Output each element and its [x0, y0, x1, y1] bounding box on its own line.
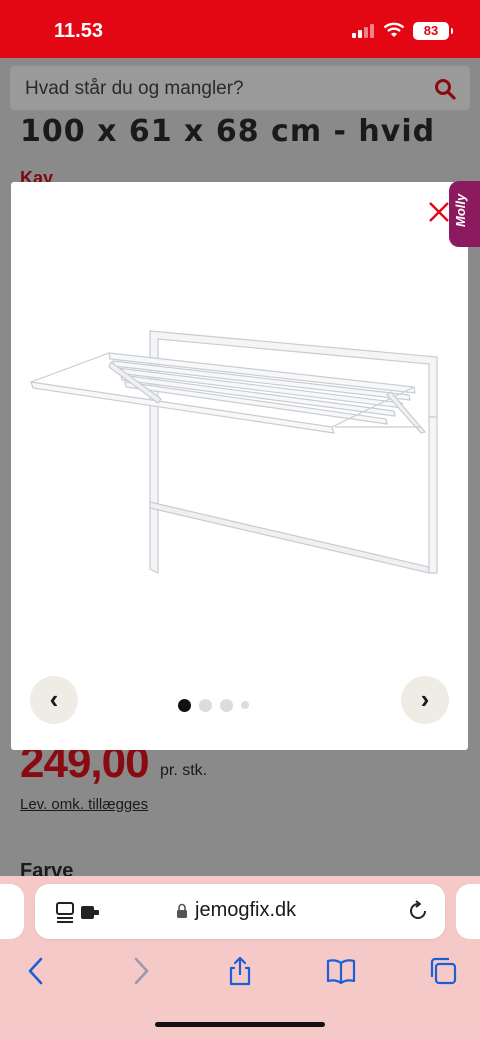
url-text: jemogfix.dk	[195, 899, 297, 921]
search-input[interactable]: Hvad står du og mangler?	[10, 66, 470, 110]
share-icon[interactable]	[225, 956, 255, 986]
search-header: Hvad står du og mangler?	[0, 58, 480, 118]
back-icon[interactable]	[22, 956, 52, 986]
bookmarks-icon[interactable]	[326, 956, 356, 986]
pagination-dot[interactable]	[199, 698, 212, 712]
search-placeholder: Hvad står du og mangler?	[25, 78, 244, 99]
product-image	[30, 330, 438, 574]
product-title: 100 x 61 x 68 cm - hvid	[20, 114, 436, 149]
next-tab-peek[interactable]	[456, 884, 480, 939]
price-unit: pr. stk.	[160, 762, 208, 779]
lock-icon	[177, 903, 187, 918]
forward-icon[interactable]	[125, 956, 155, 986]
pagination-dot[interactable]	[220, 698, 233, 712]
cellular-signal-icon	[352, 24, 374, 38]
close-icon[interactable]	[427, 200, 451, 224]
image-gallery-modal: ‹ ›	[11, 182, 468, 750]
chat-assistant-label: Molly	[453, 193, 468, 227]
gallery-prev-button[interactable]: ‹	[30, 676, 78, 724]
chat-assistant-tab[interactable]: Molly	[449, 181, 480, 247]
search-icon[interactable]	[434, 78, 456, 100]
wifi-icon	[383, 22, 405, 37]
battery-indicator: 83	[413, 22, 453, 40]
pagination-dot[interactable]	[241, 701, 249, 709]
page-settings-icon[interactable]	[55, 901, 103, 923]
gallery-next-button[interactable]: ›	[401, 676, 449, 724]
reload-icon[interactable]	[407, 900, 429, 922]
pagination-dot[interactable]	[178, 698, 191, 712]
browser-toolbar: jemogfix.dk	[0, 876, 480, 1039]
gallery-pagination	[178, 698, 249, 712]
previous-tab-peek[interactable]	[0, 884, 24, 939]
delivery-cost-link[interactable]: Lev. omk. tillægges	[20, 796, 148, 813]
status-bar: 11.53 83	[0, 0, 480, 58]
clock: 11.53	[54, 20, 103, 42]
tabs-icon[interactable]	[428, 956, 458, 986]
address-bar[interactable]: jemogfix.dk	[35, 884, 445, 939]
home-indicator[interactable]	[155, 1022, 325, 1027]
